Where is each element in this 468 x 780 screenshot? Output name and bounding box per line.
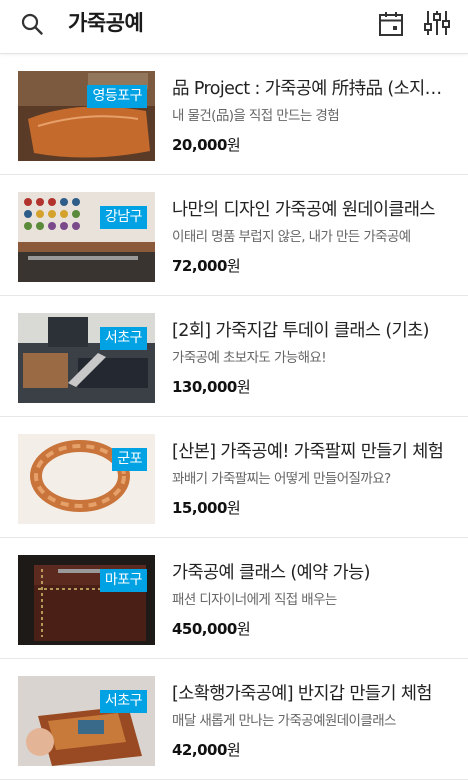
thumbnail: 군포	[18, 434, 155, 524]
thumbnail: 강남구	[18, 192, 155, 282]
item-title: [2회] 가죽지갑 투데이 클래스 (기초)	[172, 321, 429, 341]
list-item[interactable]: 서초구 [소확행가죽공예] 반지갑 만들기 체험 매달 새롭게 만나는 가죽공예…	[0, 660, 468, 780]
thumbnail: 영등포구	[18, 71, 155, 161]
top-bar: 가죽공예	[0, 0, 468, 54]
thumbnail: 서초구	[18, 313, 155, 403]
item-subtitle: 가죽공예 초보자도 가능해요!	[172, 350, 327, 366]
list-item[interactable]: 군포 [산본] 가죽공예! 가죽팔찌 만들기 체험 꽈배기 가죽팔찌는 어떻게 …	[0, 418, 468, 538]
location-badge: 서초구	[99, 690, 147, 713]
item-subtitle: 매달 새롭게 만나는 가죽공예원데이클래스	[172, 713, 396, 729]
thumbnail: 마포구	[18, 555, 155, 645]
item-subtitle: 꽈배기 가죽팔찌는 어떻게 만들어질까요?	[172, 471, 391, 487]
list-item[interactable]: 영등포구 品 Project : 가죽공예 所持品 (소지품) 공방 내 물건(…	[0, 55, 468, 175]
item-price: 42,000원	[172, 741, 241, 759]
search-icon[interactable]	[20, 12, 44, 36]
item-title: 品 Project : 가죽공예 所持品 (소지품) 공방	[172, 79, 448, 99]
thumbnail: 서초구	[18, 676, 155, 766]
location-badge: 군포	[112, 448, 147, 471]
item-price: 130,000원	[172, 378, 251, 396]
filter-icon[interactable]	[424, 9, 450, 37]
item-subtitle: 패션 디자이너에게 직접 배우는	[172, 592, 337, 608]
list-item[interactable]: 마포구 가죽공예 클래스 (예약 가능) 패션 디자이너에게 직접 배우는 45…	[0, 539, 468, 659]
list-item[interactable]: 강남구 나만의 디자인 가죽공예 원데이클래스 이태리 명품 부럽지 않은, 내…	[0, 176, 468, 296]
item-price: 72,000원	[172, 257, 241, 275]
search-query[interactable]: 가죽공예	[68, 9, 144, 37]
item-title: [소확행가죽공예] 반지갑 만들기 체험	[172, 684, 432, 704]
location-badge: 마포구	[99, 569, 147, 592]
calendar-icon[interactable]	[378, 11, 404, 37]
item-price: 450,000원	[172, 620, 251, 638]
list-item[interactable]: 서초구 [2회] 가죽지갑 투데이 클래스 (기초) 가죽공예 초보자도 가능해…	[0, 297, 468, 417]
item-price: 15,000원	[172, 499, 241, 517]
item-title: 가죽공예 클래스 (예약 가능)	[172, 563, 370, 583]
item-title: 나만의 디자인 가죽공예 원데이클래스	[172, 200, 435, 220]
item-subtitle: 내 물건(品)을 직접 만드는 경험	[172, 108, 340, 124]
item-subtitle: 이태리 명품 부럽지 않은, 내가 만든 가죽공예	[172, 229, 411, 245]
item-title: [산본] 가죽공예! 가죽팔찌 만들기 체험	[172, 442, 444, 462]
location-badge: 영등포구	[87, 85, 147, 108]
location-badge: 강남구	[99, 206, 147, 229]
item-price: 20,000원	[172, 136, 241, 154]
location-badge: 서초구	[99, 327, 147, 350]
